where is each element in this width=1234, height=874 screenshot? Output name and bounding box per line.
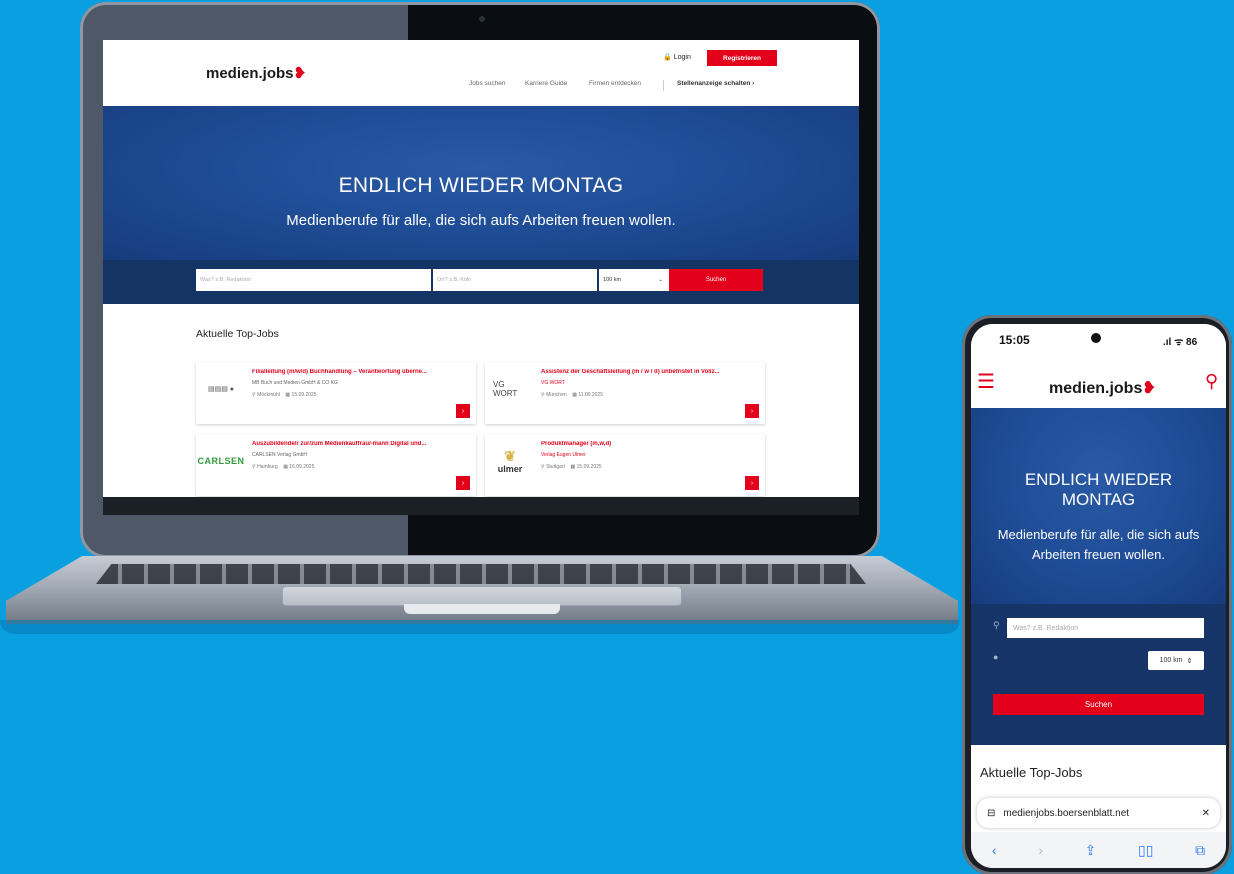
camera-icon [479,16,485,22]
leaf-icon: ❦ [504,448,516,464]
url-text: medienjobs.boersenblatt.net [1003,807,1130,819]
nav-karriere-guide[interactable]: Karriere Guide [525,80,567,87]
nav-firmen-entdecken[interactable]: Firmen entdecken [589,80,641,87]
pin-icon: ⚲ [252,464,256,470]
nav-jobs-suchen[interactable]: Jobs suchen [469,80,506,87]
job-location: München [546,392,567,398]
keyboard [96,564,866,584]
arrow-right-icon[interactable]: › [745,404,759,418]
company-logo: ▤▤▤ ● [207,386,234,393]
laptop-shadow [0,620,960,634]
what-search-input[interactable]: Was? z.B. Redaktion [196,269,431,291]
back-icon[interactable]: ‹ [992,842,997,858]
base-notch [404,604,560,614]
job-card[interactable]: ❦ ulmer Produktmanager (m,w,d) Verlag Eu… [485,434,765,496]
company-logo: VG WORT [493,380,518,398]
search-icon[interactable]: ⚲ [1205,371,1218,392]
job-company: Verlag Eugen Ulmer [541,452,586,458]
radius-value: 100 km [603,277,622,283]
arrow-right-icon[interactable]: › [456,404,470,418]
screen-bezel [103,497,859,515]
front-camera [1091,333,1101,343]
job-company: CARLSEN Verlag GmbH [252,452,308,458]
arrow-right-icon[interactable]: › [745,476,759,490]
mobile-search-button[interactable]: Suchen [993,694,1204,715]
where-search-input[interactable]: Ort? z.B. Köln [433,269,597,291]
lock-icon: 🔒 [663,54,672,61]
status-icons: .ıl ᯤ 86 [1163,337,1198,348]
radius-select[interactable]: 100 km ⌄ [599,269,669,291]
job-meta: ⚲ Möckmühl ▦ 15.09.2025 [252,392,317,398]
chevron-updown-icon: ⇕ [1186,657,1193,665]
mobile-top-jobs-title: Aktuelle Top-Jobs [980,765,1083,780]
logo-text: medien.jobs [1049,380,1143,397]
nav-stellenanzeige[interactable]: Stellenanzeige schalten › [677,80,754,87]
top-jobs-title: Aktuelle Top-Jobs [196,328,279,340]
calendar-icon: ▦ [572,392,577,398]
register-button[interactable]: Registrieren [707,50,777,66]
job-card[interactable]: CARLSEN Auszubildende/r zur/zum Medienka… [196,434,476,496]
phone-screen: 15:05 .ıl ᯤ 86 ☰ medien.jobs❥ ⚲ ENDLICH … [971,324,1226,868]
browser-toolbar: ‹ › ⇪ ▯▯ ⧉ [971,832,1226,868]
search-button[interactable]: Suchen [669,269,763,291]
logo-mark-icon: ❥ [1142,380,1156,397]
nav-divider [663,80,664,91]
job-meta: ⚲ München ▦ 11.09.2025 [541,392,603,398]
job-company: MB Buch und Medien GmbH & CO KG [252,380,338,386]
forward-icon[interactable]: › [1038,842,1043,858]
hamburger-menu-icon[interactable]: ☰ [977,372,995,392]
mobile-hero-title: ENDLICH WIEDER MONTAG [1024,470,1173,509]
pin-icon: ⚲ [252,392,256,398]
laptop-screen: medien.jobs❥ 🔒 Login Registrieren Jobs su… [103,40,859,497]
pin-icon: ⚲ [541,464,545,470]
job-location: Möckmühl [257,392,280,398]
bookmarks-icon[interactable]: ▯▯ [1138,842,1153,859]
job-company: VG WORT [541,380,565,386]
company-logo-text: ulmer [497,464,523,474]
chevron-down-icon: ⌄ [658,277,663,283]
calendar-icon: ▦ [283,464,288,470]
browser-url-bar[interactable]: ⊟ medienjobs.boersenblatt.net ✕ [977,798,1220,828]
calendar-icon: ▦ [570,464,576,470]
job-card[interactable]: ▤▤▤ ● Filialleitung (m/w/d) Buchhandlung… [196,362,476,424]
main-nav: Jobs suchen Karriere Guide Firmen entdec… [103,80,859,94]
arrow-right-icon[interactable]: › [456,476,470,490]
page-settings-icon[interactable]: ⊟ [987,808,995,819]
job-location: Hamburg [257,464,278,470]
job-date: 16.09.2025 [289,464,315,470]
job-card[interactable]: VG WORT Assistenz der Geschäftsleitung (… [485,362,765,424]
job-title[interactable]: Assistenz der Geschäftsleitung (m / w / … [541,369,759,375]
job-date: 15.09.2025 [576,464,602,470]
mobile-logo[interactable]: medien.jobs❥ [1049,378,1156,398]
radius-value: 100 km [1159,657,1183,664]
company-logo: ❦ ulmer [493,444,527,478]
hero-subtitle: Medienberufe für alle, die sich aufs Arb… [286,212,676,229]
search-icon: ⚲ [993,620,1000,630]
company-logo: CARLSEN [197,456,245,466]
status-time: 15:05 [999,333,1030,347]
pin-icon: ⚲ [541,392,545,398]
login-label: Login [673,54,691,61]
close-icon[interactable]: ✕ [1202,808,1210,819]
location-pin-icon: ● [993,652,999,662]
job-title[interactable]: Auszubildende/r zur/zum Medienkauffrau/-… [252,441,470,447]
job-date: 15.09.2025 [291,392,317,398]
mobile-radius-select[interactable]: 100 km ⇕ [1148,651,1204,670]
tabs-icon[interactable]: ⧉ [1195,842,1205,859]
job-meta: ⚲ Stuttgart ▦ 15.09.2025 [541,464,602,470]
mobile-what-input[interactable]: Was? z.B. Redaktion [1007,618,1204,638]
job-date: 11.09.2025 [578,392,603,398]
job-location: Stuttgart [546,464,565,470]
share-icon[interactable]: ⇪ [1085,842,1097,859]
login-link[interactable]: 🔒 Login [663,53,691,61]
job-meta: ⚲ Hamburg ▦ 16.09.2025 [252,464,314,470]
job-title[interactable]: Produktmanager (m,w,d) [541,441,759,447]
trackpad [282,586,682,606]
mobile-hero-subtitle: Medienberufe für alle, die sich aufs Arb… [997,527,1200,562]
hero-title: ENDLICH WIEDER MONTAG [338,174,624,197]
calendar-icon: ▦ [285,392,291,398]
job-title[interactable]: Filialleitung (m/w/d) Buchhandlung – Ver… [252,369,470,375]
